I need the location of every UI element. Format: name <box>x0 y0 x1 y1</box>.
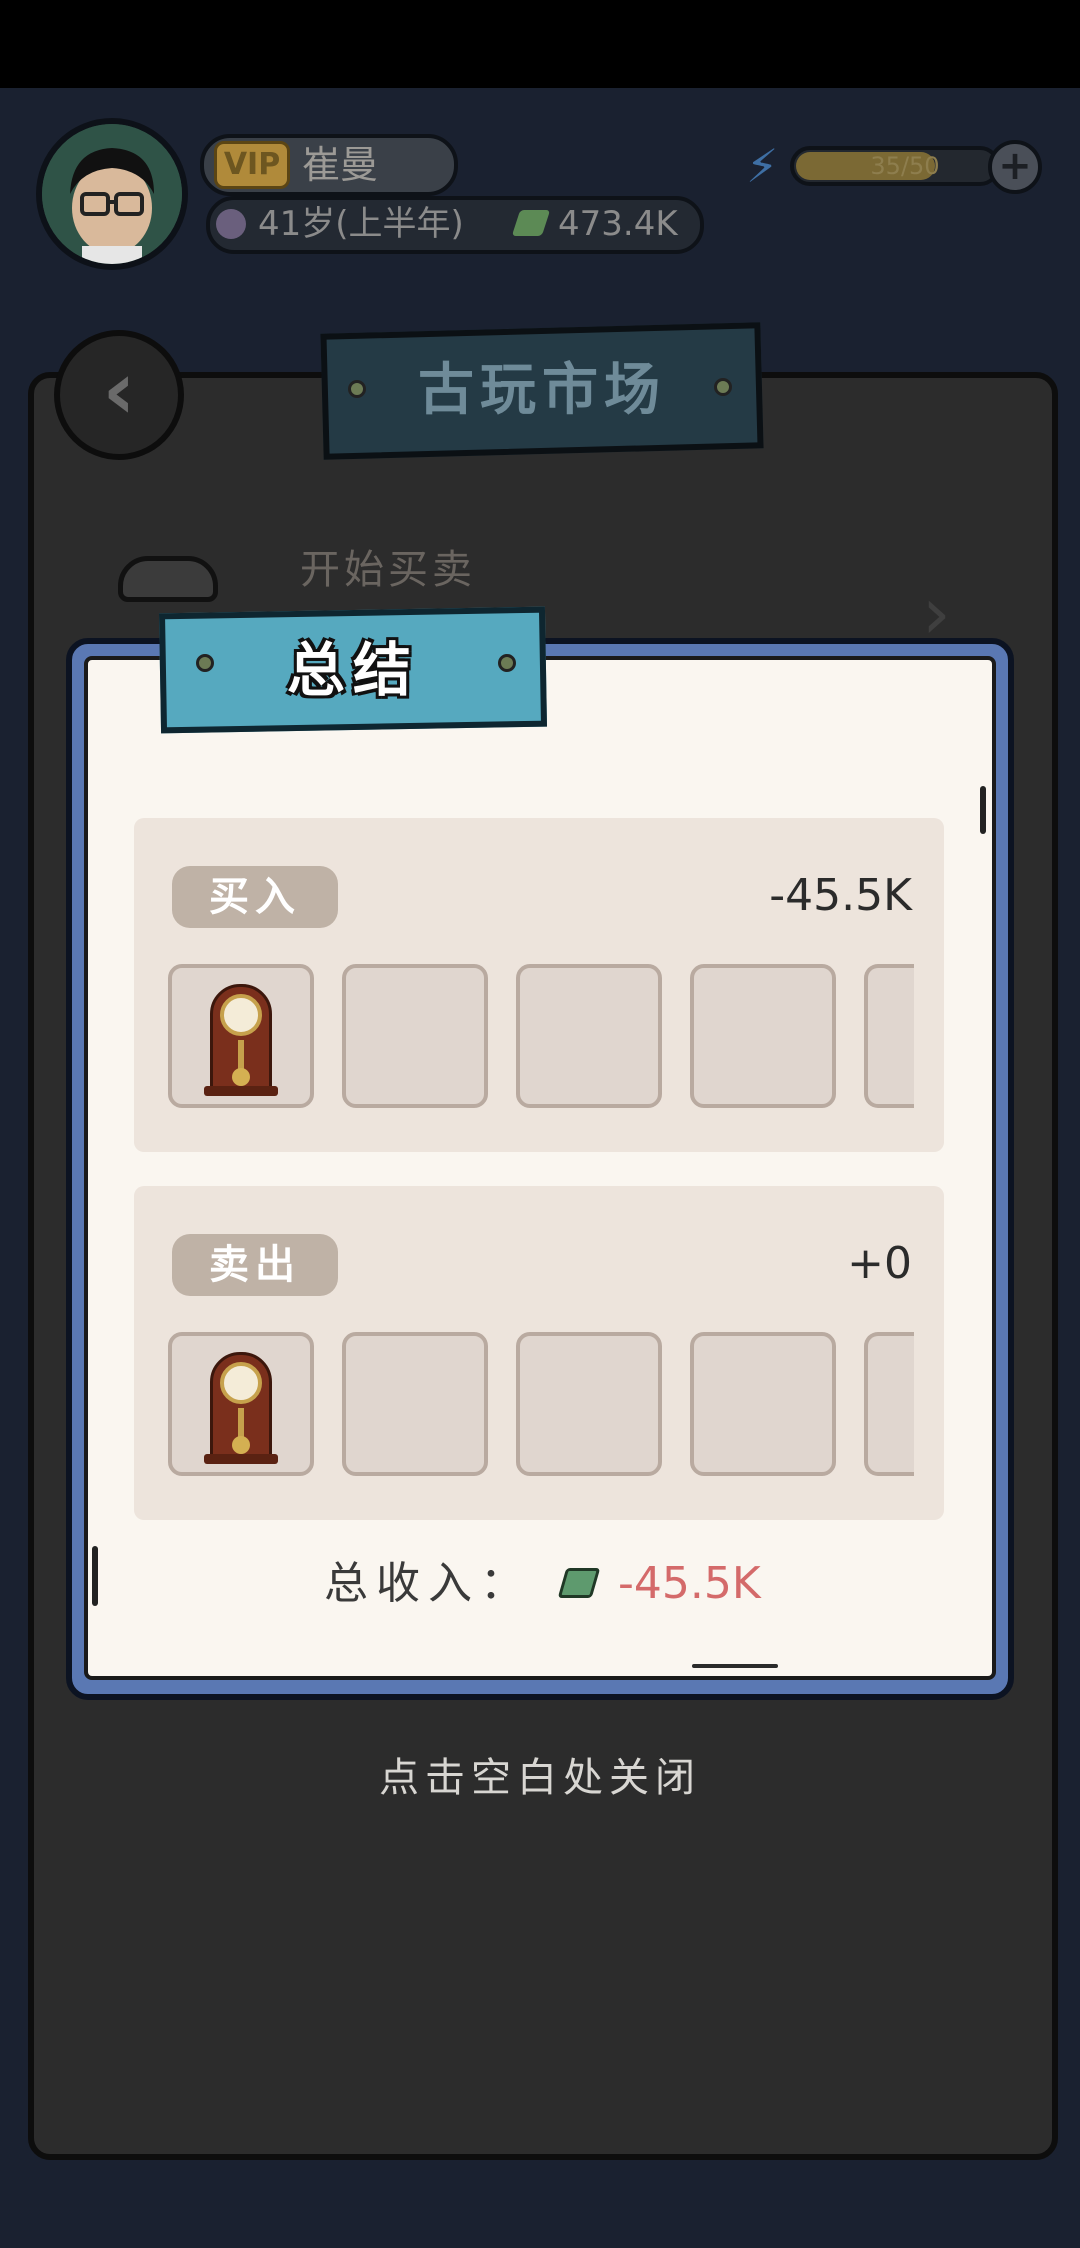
summary-pin-right <box>498 654 516 672</box>
buy-item-slot[interactable] <box>168 964 314 1108</box>
buy-label: 买入 <box>172 866 338 928</box>
summary-pin-left <box>196 654 214 672</box>
scroll-indicator <box>92 1546 98 1606</box>
grandfather-clock-icon <box>168 1332 314 1476</box>
player-avatar[interactable] <box>36 118 188 270</box>
energy-value: 35/50 <box>870 152 940 180</box>
player-age: 41岁(上半年) <box>258 204 464 244</box>
back-button[interactable]: ‹ <box>54 330 184 460</box>
total-income-label: 总收入： <box>324 1558 532 1609</box>
avatar-portrait-icon <box>42 124 182 264</box>
grandfather-clock-icon <box>168 964 314 1108</box>
page-title: 古玩市场 <box>418 358 666 423</box>
lightning-icon: ⚡ <box>746 139 779 193</box>
banner-pin-left <box>348 380 366 398</box>
player-money: 473.4K <box>558 204 678 244</box>
vip-badge[interactable]: VIP <box>214 141 290 189</box>
status-bar <box>0 0 1080 88</box>
banner-pin-right <box>714 378 732 396</box>
empty-item-slot[interactable] <box>516 1332 662 1476</box>
empty-item-slot[interactable] <box>864 1332 914 1476</box>
close-hint[interactable]: 点击空白处关闭 <box>0 1750 1080 1806</box>
hand-icon <box>118 556 218 602</box>
sell-label: 卖出 <box>172 1234 338 1296</box>
summary-title: 总结 <box>286 636 419 704</box>
sell-item-slot[interactable] <box>168 1332 314 1476</box>
scrollbar[interactable] <box>980 786 986 834</box>
player-name: 崔曼 <box>302 143 379 187</box>
empty-item-slot[interactable] <box>864 964 914 1108</box>
clock-icon <box>216 209 246 239</box>
empty-item-slot[interactable] <box>342 964 488 1108</box>
empty-item-slot[interactable] <box>690 964 836 1108</box>
summary-modal <box>84 656 996 1680</box>
empty-item-slot[interactable] <box>342 1332 488 1476</box>
buy-amount: -45.5K <box>769 870 912 921</box>
divider <box>692 1664 778 1668</box>
sell-amount: +0 <box>847 1238 912 1289</box>
total-income-value: -45.5K <box>618 1558 761 1609</box>
start-trading-label: 开始买卖 <box>300 547 476 593</box>
empty-item-slot[interactable] <box>516 964 662 1108</box>
empty-item-slot[interactable] <box>690 1332 836 1476</box>
add-energy-button[interactable]: + <box>988 140 1042 194</box>
